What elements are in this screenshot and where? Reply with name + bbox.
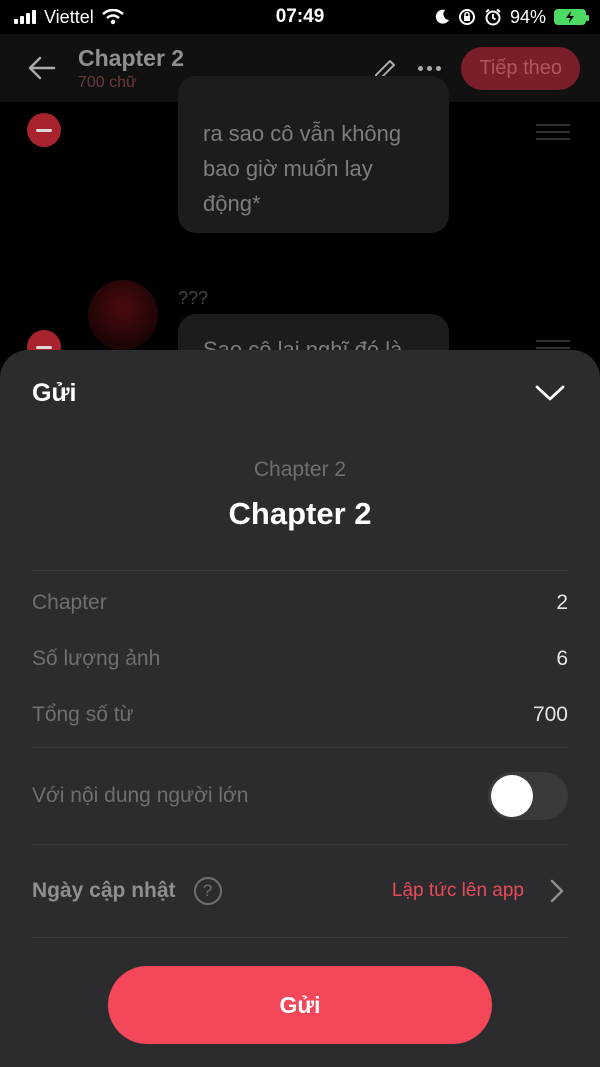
avatar — [88, 280, 158, 350]
page-title: Chapter 2 — [78, 44, 185, 71]
info-value: 2 — [556, 591, 568, 614]
publish-sheet: Gửi Chapter 2 Chapter 2 Chapter 2 Số lượ… — [0, 350, 600, 1067]
remove-icon[interactable] — [27, 113, 61, 147]
drag-handle-icon[interactable] — [536, 340, 570, 349]
bubble-line: động* — [203, 191, 261, 216]
sheet-title: Gửi — [32, 378, 77, 407]
word-count: 700 chữ — [78, 73, 137, 91]
bubble-line: bao giờ muốn lay — [203, 156, 373, 181]
back-button[interactable] — [20, 46, 64, 90]
toggle-knob — [491, 775, 533, 817]
next-button[interactable]: Tiếp theo — [461, 46, 580, 90]
info-label: Số lượng ảnh — [32, 647, 161, 670]
battery-percent: 94% — [509, 6, 546, 27]
chat-bubble[interactable]: ra sao cô vẫn không bao giờ muốn lay độn… — [178, 76, 449, 233]
battery-icon — [554, 9, 589, 25]
chapter-subtitle: Chapter 2 — [253, 458, 347, 481]
adult-content-label: Với nội dung người lớn — [32, 784, 249, 807]
info-row-image-count: Số lượng ảnh 6 — [0, 631, 600, 687]
status-bar: Viettel 07:49 94% — [0, 0, 600, 34]
info-value: 700 — [532, 703, 568, 726]
carrier-label: Viettel — [44, 6, 94, 27]
help-icon[interactable]: ? — [193, 877, 222, 905]
send-button[interactable]: Gửi — [108, 966, 492, 1044]
info-row-word-count: Tổng số từ 700 — [0, 687, 600, 743]
more-dot-icon — [417, 65, 423, 71]
chapter-title: Chapter 2 — [228, 496, 372, 531]
moon-icon — [435, 9, 449, 24]
update-date-label: Ngày cập nhật — [32, 879, 176, 902]
info-row-chapter: Chapter 2 — [0, 575, 600, 631]
chevron-right-icon — [550, 879, 568, 903]
chevron-down-icon — [535, 385, 565, 401]
rotation-lock-icon — [458, 9, 475, 25]
info-label: Tổng số từ — [32, 703, 134, 726]
divider — [32, 937, 568, 938]
character-name: ??? — [178, 288, 209, 308]
info-label: Chapter — [32, 591, 107, 614]
update-date-row[interactable]: Ngày cập nhật ? Lập tức lên app — [0, 845, 600, 937]
adult-content-toggle[interactable] — [488, 772, 568, 820]
alarm-icon — [485, 8, 501, 26]
adult-content-row: Với nội dung người lớn — [0, 748, 600, 844]
more-dot-icon — [426, 65, 432, 71]
collapse-button[interactable] — [532, 375, 568, 411]
wifi-icon — [101, 9, 124, 25]
info-value: 6 — [556, 647, 568, 670]
bubble-line: ra sao cô vẫn không — [203, 121, 402, 146]
update-date-value[interactable]: Lập tức lên app — [392, 880, 524, 902]
more-dot-icon — [435, 65, 441, 71]
signal-icon — [14, 10, 36, 24]
arrow-left-icon — [28, 56, 56, 80]
drag-handle-icon[interactable] — [536, 124, 570, 140]
